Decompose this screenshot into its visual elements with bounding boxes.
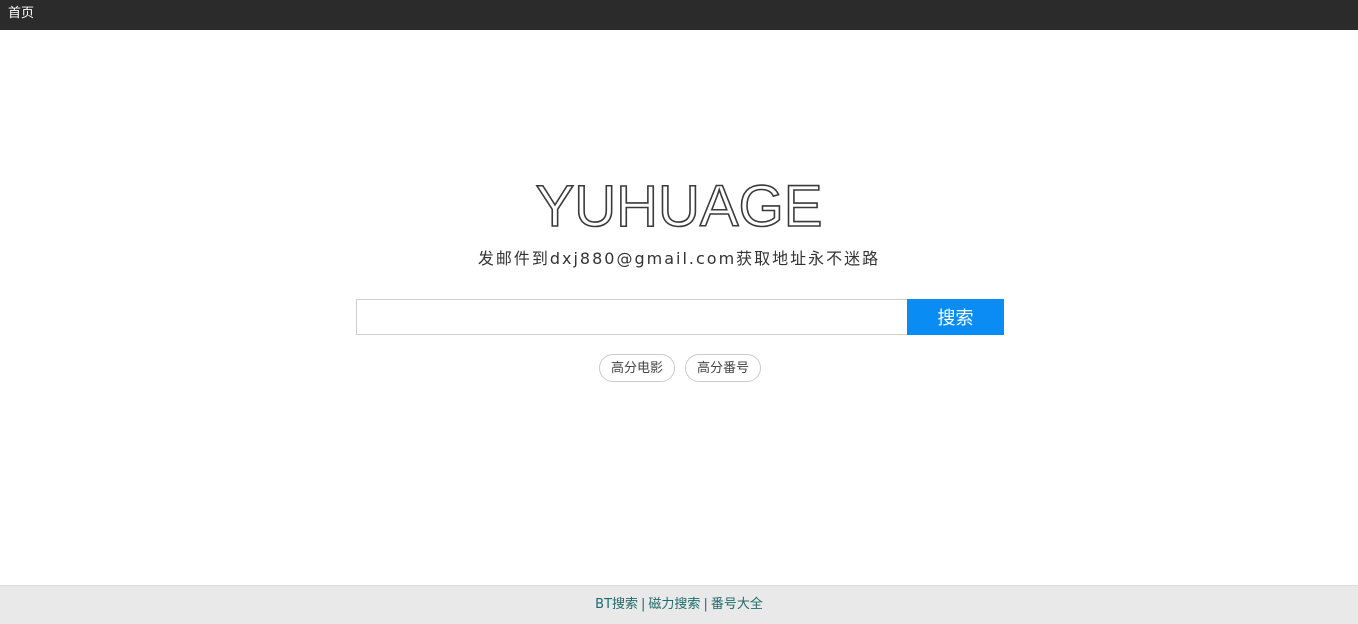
- tag-high-score-movies[interactable]: 高分电影: [599, 354, 675, 382]
- footer-link-bt-search[interactable]: BT搜索: [595, 597, 638, 612]
- tagline-text: 发邮件到dxj880@gmail.com获取地址永不迷路: [477, 249, 881, 268]
- footer-link-magnet-search[interactable]: 磁力搜索: [648, 597, 700, 612]
- footer-link-code-list[interactable]: 番号大全: [711, 597, 763, 612]
- tag-high-score-codes[interactable]: 高分番号: [685, 354, 761, 382]
- logo-outline-text: YUHUAGE: [535, 173, 823, 240]
- search-button[interactable]: 搜索: [907, 299, 1004, 335]
- footer-separator: |: [703, 597, 708, 612]
- footer: BT搜索 | 磁力搜索 | 番号大全: [0, 585, 1358, 624]
- search-input[interactable]: [356, 299, 907, 335]
- logo-text: YUHUAGE: [536, 174, 823, 239]
- search-form: 搜索: [356, 299, 1004, 335]
- footer-separator: |: [641, 597, 646, 612]
- site-logo: YUHUAGE: [0, 172, 1358, 242]
- nav-home-link[interactable]: 首页: [8, 6, 34, 22]
- top-navbar: 首页: [0, 0, 1358, 30]
